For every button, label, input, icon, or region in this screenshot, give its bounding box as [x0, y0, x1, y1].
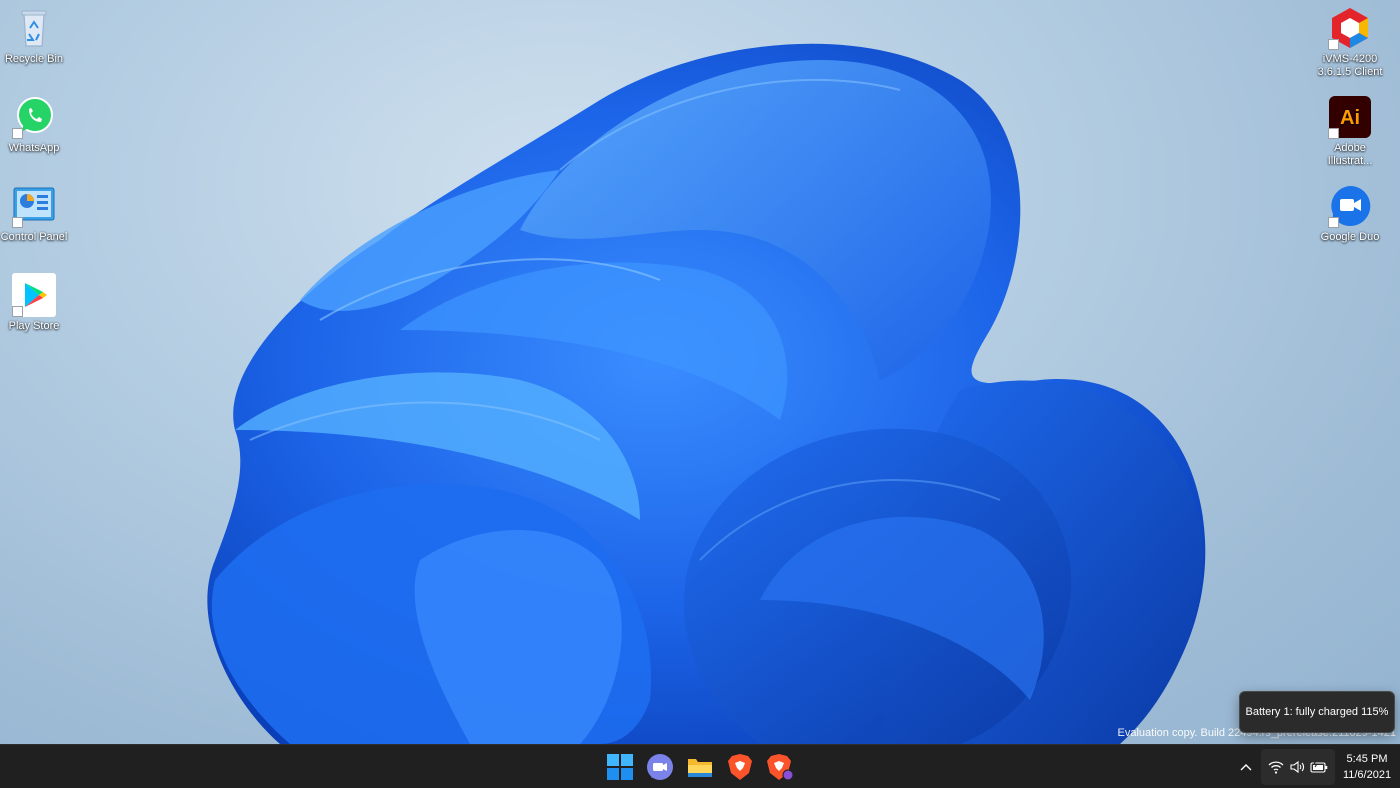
shortcut-arrow-icon — [1328, 217, 1339, 228]
desktop-icon-label-line2: Illustrat... — [1327, 155, 1373, 167]
desktop-icon-ivms-4200[interactable]: iVMS-4200 3.6.1.5 Client — [1312, 6, 1388, 79]
desktop[interactable]: Recycle Bin WhatsApp Control Panel Play … — [0, 0, 1400, 744]
start-button[interactable] — [603, 750, 637, 784]
desktop-icon-control-panel[interactable]: Control Panel — [0, 184, 72, 244]
desktop-icon-whatsapp[interactable]: WhatsApp — [0, 95, 72, 155]
clock-time: 5:45 PM — [1346, 753, 1388, 765]
chat-button[interactable] — [643, 750, 677, 784]
battery-charging-icon — [1310, 760, 1328, 774]
desktop-icon-label: Control Panel — [0, 231, 68, 243]
desktop-icon-label: Recycle Bin — [4, 53, 64, 65]
wifi-icon — [1268, 760, 1284, 774]
desktop-icon-label-line1: iVMS-4200 — [1322, 53, 1378, 65]
play-store-icon — [12, 273, 56, 317]
illustrator-glyph-text: Ai — [1340, 107, 1360, 129]
windows-start-icon — [607, 754, 633, 780]
desktop-icon-adobe-illustrator[interactable]: Ai Adobe Illustrat... — [1312, 95, 1388, 168]
shortcut-arrow-icon — [12, 128, 23, 139]
quick-settings-button[interactable] — [1261, 749, 1335, 785]
wallpaper-bloom — [207, 43, 1206, 744]
recycle-bin-icon — [12, 6, 56, 50]
taskbar-clock[interactable]: 5:45 PM 11/6/2021 — [1336, 751, 1398, 783]
whatsapp-icon — [12, 95, 56, 139]
shortcut-arrow-icon — [1328, 128, 1339, 139]
desktop-icon-play-store[interactable]: Play Store — [0, 273, 72, 333]
taskbar: 5:45 PM 11/6/2021 — [0, 744, 1400, 788]
desktop-icon-label-line1: Google Duo — [1320, 231, 1380, 243]
desktop-icon-recycle-bin[interactable]: Recycle Bin — [0, 6, 72, 66]
desktop-icon-label-line2: 3.6.1.5 Client — [1317, 66, 1383, 78]
shortcut-arrow-icon — [12, 306, 23, 317]
file-explorer-button[interactable] — [683, 750, 717, 784]
battery-tooltip: Battery 1: fully charged 115% — [1239, 691, 1395, 733]
show-hidden-icons-button[interactable] — [1233, 753, 1259, 781]
file-explorer-icon — [688, 759, 712, 777]
clock-date: 11/6/2021 — [1342, 769, 1392, 781]
google-duo-icon — [1328, 184, 1372, 228]
chevron-up-icon — [1240, 764, 1252, 771]
shortcut-arrow-icon — [12, 217, 23, 228]
brave-browser-button[interactable] — [723, 750, 757, 784]
shortcut-arrow-icon — [1328, 39, 1339, 50]
adobe-illustrator-icon: Ai — [1328, 95, 1372, 139]
desktop-icon-google-duo[interactable]: Google Duo — [1312, 184, 1388, 244]
ivms-4200-icon — [1328, 6, 1372, 50]
speaker-icon — [1289, 760, 1305, 774]
desktop-icon-label-line1: Adobe — [1334, 142, 1366, 154]
desktop-icon-label: WhatsApp — [8, 142, 60, 154]
desktop-icon-label: Play Store — [8, 320, 60, 332]
teams-chat-icon — [647, 754, 673, 780]
control-panel-icon — [12, 184, 56, 228]
brave-browser-profile-button[interactable] — [763, 750, 797, 784]
brave-icon — [728, 754, 752, 780]
brave-icon — [767, 754, 794, 781]
